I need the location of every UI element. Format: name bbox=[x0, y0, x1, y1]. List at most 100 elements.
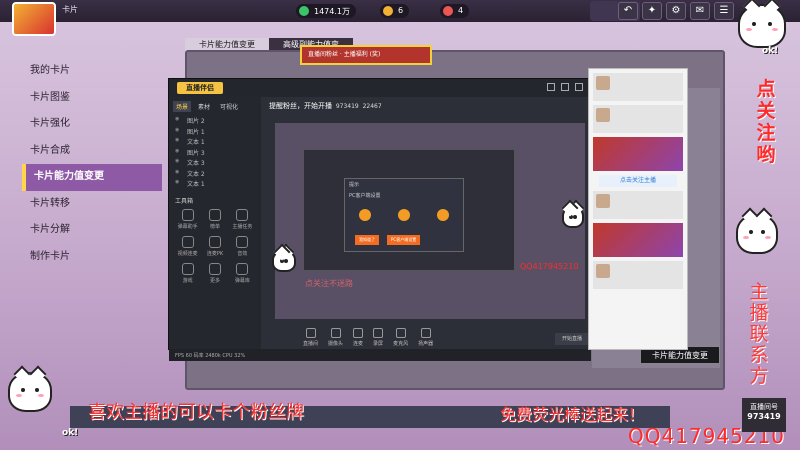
scene-item[interactable]: 文本 1 bbox=[169, 179, 261, 190]
faint-overlay-text: 点关注不迷路 bbox=[305, 279, 353, 288]
menu-my-cards[interactable]: 我的卡片 bbox=[22, 58, 162, 85]
game-icon bbox=[181, 262, 194, 275]
preview-canvas[interactable]: 提示 PC客户端设置 我知道了 PC客户端设置 bbox=[275, 123, 585, 319]
close-icon[interactable] bbox=[575, 83, 583, 91]
mic-icon bbox=[395, 328, 406, 338]
link-icon bbox=[353, 328, 364, 338]
scene-item[interactable]: 文本 3 bbox=[169, 158, 261, 169]
option-icon[interactable] bbox=[397, 209, 410, 221]
library-icon bbox=[236, 262, 249, 275]
dialog-title: 提示 bbox=[349, 182, 360, 188]
sound-icon bbox=[236, 235, 249, 248]
option-icon[interactable] bbox=[358, 209, 371, 221]
link-button[interactable]: 连麦 bbox=[353, 328, 363, 347]
cat-sticker bbox=[8, 372, 52, 412]
menu-card-combine[interactable]: 卡片合成 bbox=[22, 138, 162, 165]
danmu-icon bbox=[181, 208, 194, 221]
record-icon bbox=[373, 328, 384, 338]
tool-pk[interactable]: 连麦PK bbox=[202, 235, 227, 257]
card-menu: 我的卡片 卡片图鉴 卡片强化 卡片合成 卡片能力值变更 卡片转移 卡片分解 制作… bbox=[22, 58, 162, 270]
video-icon bbox=[181, 235, 194, 248]
toolbox-title: 工具箱 bbox=[175, 197, 194, 205]
stream-preview-area: 提醒粉丝，开始开播 973419 22467 提示 PC客户端设置 我知道了 P… bbox=[263, 97, 589, 351]
room-icon bbox=[305, 328, 316, 338]
chat-image[interactable] bbox=[593, 137, 683, 171]
chat-window: 点击关注主播 bbox=[588, 68, 688, 350]
cat-sticker bbox=[272, 250, 296, 272]
chat-message bbox=[593, 261, 683, 289]
maximize-icon[interactable] bbox=[561, 83, 569, 91]
dialog-settings-button[interactable]: PC客户端设置 bbox=[387, 235, 421, 245]
cat-sticker bbox=[562, 206, 584, 228]
contact-vertical-text: 主 播 联 系 方 bbox=[749, 281, 769, 387]
tab-visual[interactable]: 可视化 bbox=[217, 101, 241, 112]
mail-icon[interactable]: ✉ bbox=[690, 2, 710, 20]
dialog-ok-button[interactable]: 我知道了 bbox=[355, 235, 379, 245]
tool-more[interactable]: 更多 bbox=[202, 262, 227, 284]
scene-item[interactable]: 文本 2 bbox=[169, 169, 261, 180]
tool-danmu-lib[interactable]: 弹幕库 bbox=[230, 262, 255, 284]
scene-item[interactable]: 图片 3 bbox=[169, 148, 261, 159]
room-id-badge: 直播间号 973419 bbox=[742, 398, 786, 432]
avatar bbox=[596, 108, 610, 122]
notice-dialog: 提示 PC客户端设置 我知道了 PC客户端设置 bbox=[344, 178, 464, 252]
tool-video-link[interactable]: 视频连麦 bbox=[175, 235, 200, 257]
camera-button[interactable]: 摄像头 bbox=[328, 328, 343, 347]
coin-icon bbox=[299, 6, 309, 16]
follow-vertical-text: 点 关 注 哟 bbox=[756, 78, 776, 166]
avatar bbox=[596, 76, 610, 90]
tool-sound[interactable]: 音效 bbox=[230, 235, 255, 257]
start-stream-button[interactable]: 开始直播 bbox=[555, 333, 589, 345]
ok-text: ok! bbox=[762, 46, 779, 56]
tool-danmu[interactable]: 弹幕助手 bbox=[175, 208, 200, 230]
follow-button[interactable]: 点击关注主播 bbox=[599, 175, 677, 187]
gem-icon bbox=[383, 6, 393, 16]
option-icon[interactable] bbox=[437, 209, 450, 221]
cat-sticker bbox=[736, 214, 778, 254]
mic-button[interactable]: 麦克风 bbox=[393, 328, 408, 347]
gear-icon[interactable]: ⚙ bbox=[666, 2, 686, 20]
chat-message bbox=[593, 73, 683, 101]
room-button[interactable]: 直播间 bbox=[303, 328, 318, 347]
rank-icon bbox=[208, 208, 221, 221]
more-icon bbox=[208, 262, 221, 275]
tool-game[interactable]: 游戏 bbox=[175, 262, 200, 284]
menu-card-craft[interactable]: 制作卡片 bbox=[22, 244, 162, 271]
tool-rank[interactable]: 榜单 bbox=[202, 208, 227, 230]
glowstick-text: 免费荧光棒送起来！ bbox=[500, 405, 645, 424]
chat-image[interactable] bbox=[593, 223, 683, 257]
stream-app-titlebar: 直播伴侣 bbox=[169, 79, 589, 97]
stream-info: 提醒粉丝，开始开播 973419 22467 bbox=[269, 102, 382, 110]
gift-icon[interactable]: ✦ bbox=[642, 2, 662, 20]
chat-icon[interactable]: ☰ bbox=[714, 2, 734, 20]
tab-scenes[interactable]: 场景 bbox=[173, 101, 192, 112]
game-logo bbox=[12, 2, 56, 36]
record-button[interactable]: 录屏 bbox=[373, 328, 383, 347]
avatar bbox=[596, 264, 610, 278]
stream-app-window: 直播伴侣 场景 素材 可视化 图片 2 图片 1 文本 1 图片 3 文本 3 … bbox=[168, 78, 591, 361]
menu-card-enhance[interactable]: 卡片强化 bbox=[22, 111, 162, 138]
speaker-button[interactable]: 扬声器 bbox=[418, 328, 433, 347]
menu-card-dex[interactable]: 卡片图鉴 bbox=[22, 85, 162, 112]
currency-gold: 1474.1万 bbox=[296, 4, 356, 18]
page-title: 卡片 bbox=[62, 5, 78, 14]
tool-task[interactable]: 主播任务 bbox=[230, 208, 255, 230]
scene-item[interactable]: 文本 1 bbox=[169, 137, 261, 148]
scene-item[interactable]: 图片 1 bbox=[169, 127, 261, 138]
minimize-icon[interactable] bbox=[547, 83, 555, 91]
menu-card-disassemble[interactable]: 卡片分解 bbox=[22, 217, 162, 244]
event-banner[interactable]: 直播间粉丝 · 主播福利 (奖) bbox=[300, 45, 432, 65]
camera-icon bbox=[330, 328, 341, 338]
menu-card-transfer[interactable]: 卡片转移 bbox=[22, 191, 162, 218]
back-icon[interactable]: ↶ bbox=[618, 2, 638, 20]
tab-sources[interactable]: 素材 bbox=[195, 101, 213, 112]
menu-card-stat-change[interactable]: 卡片能力值变更 bbox=[22, 164, 162, 191]
scene-item[interactable]: 图片 2 bbox=[169, 116, 261, 127]
chat-message bbox=[593, 191, 683, 219]
qq-small-text: QQ417945210 bbox=[520, 262, 579, 271]
pk-icon bbox=[208, 235, 221, 248]
currency-ticket: 4 bbox=[440, 4, 470, 18]
avatar bbox=[596, 194, 610, 208]
task-icon bbox=[236, 208, 249, 221]
stream-app-sidebar: 场景 素材 可视化 图片 2 图片 1 文本 1 图片 3 文本 3 文本 2 … bbox=[169, 97, 261, 351]
